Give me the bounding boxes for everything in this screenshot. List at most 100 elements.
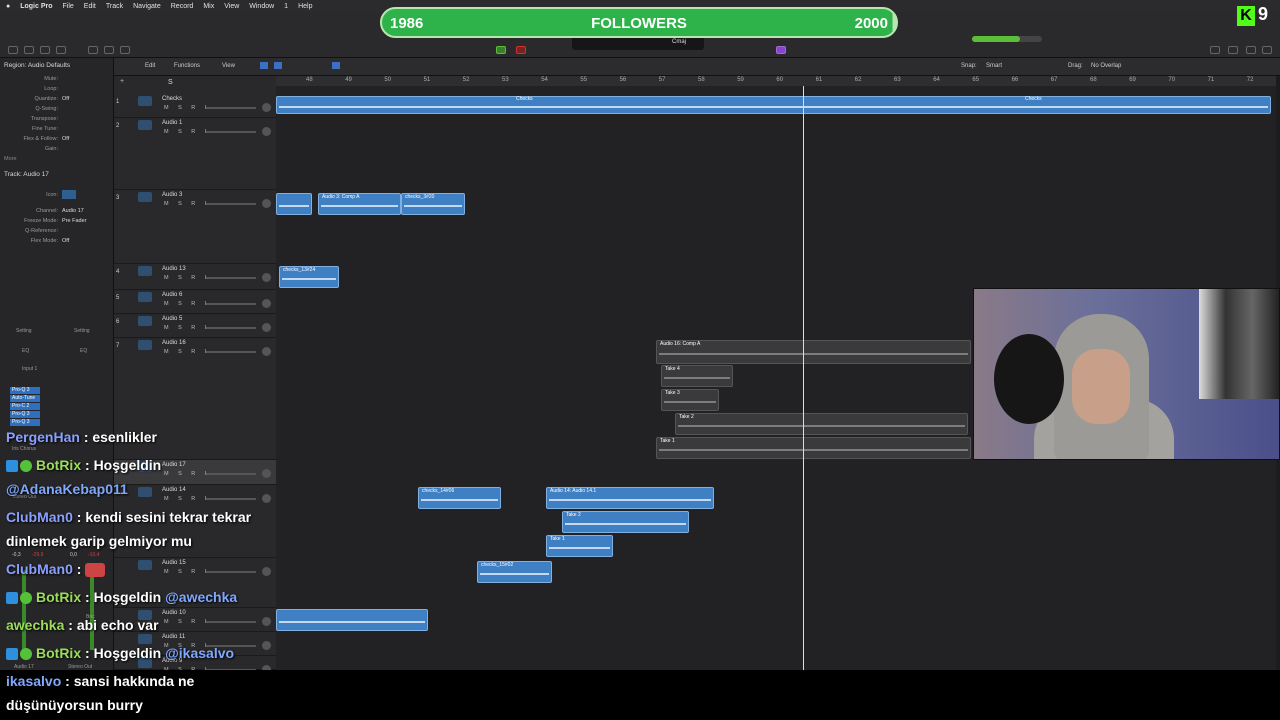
audio-region[interactable]: checks_14#06 [418,487,501,509]
track-msri-buttons[interactable]: M S R I [164,201,210,207]
audio-region[interactable]: checks_15#02 [477,561,552,583]
track-header[interactable]: 5 Audio 6 M S R I [114,290,276,314]
add-track-icon[interactable]: + [120,78,124,85]
audio-region[interactable]: Take 2 [562,511,689,533]
toolbar-toggle-icon[interactable] [56,46,66,54]
timeline-ruler[interactable]: 48 49 50 51 52 53 54 55 56 57 58 59 60 61 62 63 64 65 66 67… [276,76,1276,86]
setting-button-2[interactable]: Setting [74,328,90,334]
record-button[interactable] [516,46,526,54]
track-volume-fader[interactable] [206,107,256,109]
editors-icon[interactable] [120,46,130,54]
global-solo-button[interactable]: S [168,79,173,86]
track-header[interactable]: 6 Audio 5 M S R I [114,314,276,338]
audio-region[interactable] [276,193,312,215]
eq-button-1[interactable]: EQ [22,348,29,354]
playhead[interactable] [803,86,804,670]
audio-region[interactable]: Take 3 [661,389,719,411]
plugin-slot[interactable]: Pro-Q 3 [10,387,40,394]
menu-mix[interactable]: Mix [203,3,214,10]
track-msri-buttons[interactable]: M S R I [164,349,210,355]
waveform-icon[interactable] [138,292,152,302]
audio-region[interactable]: Audio 3: Comp A [318,193,401,215]
menu-one[interactable]: 1 [284,3,288,10]
track-volume-fader[interactable] [206,303,256,305]
notepad-icon[interactable] [1228,46,1238,54]
track-msri-buttons[interactable]: M S R I [164,105,210,111]
track-pan-knob[interactable] [262,127,271,136]
track-name[interactable]: Checks [162,96,182,102]
menu-edit[interactable]: Edit [84,3,96,10]
track-name[interactable]: Audio 1 [162,120,182,126]
apple-icon[interactable]: ● [6,3,10,10]
list-editors-icon[interactable] [1210,46,1220,54]
menu-navigate[interactable]: Navigate [133,3,161,10]
menu-app-name[interactable]: Logic Pro [20,3,52,10]
track-name[interactable]: Audio 6 [162,292,182,298]
menu-track[interactable]: Track [106,3,123,10]
audio-region[interactable]: Checks [1022,96,1062,108]
track-volume-fader[interactable] [206,277,256,279]
track-pan-knob[interactable] [262,299,271,308]
menu-view[interactable]: View [224,3,239,10]
inspector-toggle-icon[interactable] [24,46,34,54]
menu-file[interactable]: File [63,3,74,10]
track-header[interactable]: 2 Audio 1 M S R I [114,118,276,190]
help-icon[interactable] [40,46,50,54]
track-header[interactable]: 1 Checks M S R I [114,94,276,118]
audio-region[interactable]: Checks [513,96,553,108]
menu-help[interactable]: Help [298,3,312,10]
audio-region[interactable]: Take 2 [675,413,968,435]
track-name[interactable]: Audio 13 [162,266,186,272]
track-pan-knob[interactable] [262,103,271,112]
master-volume-slider[interactable] [972,36,1042,42]
audio-region[interactable]: Take 1 [656,437,971,459]
audio-region[interactable] [276,96,1271,114]
list-view-icon[interactable] [274,62,282,69]
menu-window[interactable]: Window [249,3,274,10]
waveform-icon[interactable] [138,266,152,276]
smart-controls-icon[interactable] [88,46,98,54]
waveform-icon[interactable] [138,96,152,106]
audio-region[interactable] [276,609,428,631]
plugin-slot[interactable]: Pro-C 2 [10,403,40,410]
track-volume-fader[interactable] [206,351,256,353]
track-volume-fader[interactable] [206,203,256,205]
track-msri-buttons[interactable]: M S R I [164,275,210,281]
audio-region[interactable]: Take 4 [661,365,733,387]
plugin-slot[interactable]: Pro-Q 3 [10,411,40,418]
track-pan-knob[interactable] [262,347,271,356]
track-msri-buttons[interactable]: M S R I [164,325,210,331]
functions-menu[interactable]: Functions [174,63,200,69]
snap-dropdown[interactable]: Smart [986,63,1002,69]
eq-button-2[interactable]: EQ [80,348,87,354]
track-name[interactable]: Audio 3 [162,192,182,198]
edit-menu[interactable]: Edit [145,63,155,69]
input-selector[interactable]: Input 1 [22,366,37,372]
mixer-icon[interactable] [104,46,114,54]
setting-button-1[interactable]: Setting [16,328,32,334]
track-name[interactable]: Audio 5 [162,316,182,322]
waveform-icon[interactable] [138,192,152,202]
audio-region[interactable]: checks_13#24 [279,266,339,288]
track-name[interactable]: Audio 16 [162,340,186,346]
track-header[interactable]: 4 Audio 13 M S R I [114,264,276,290]
track-msri-buttons[interactable]: M S R I [164,129,210,135]
waveform-icon[interactable] [138,120,152,130]
plugin-slot[interactable]: Pro-Q 3 [10,419,40,426]
track-volume-fader[interactable] [206,131,256,133]
region-inspector-title[interactable]: Region: Audio Defaults [4,62,70,69]
track-msri-buttons[interactable]: M S R I [164,301,210,307]
browser-icon[interactable] [1262,46,1272,54]
play-button[interactable] [496,46,506,54]
track-header[interactable]: 3 Audio 3 M S R I [114,190,276,264]
catch-icon[interactable] [332,62,340,69]
library-icon[interactable] [8,46,18,54]
tuner-icon[interactable] [776,46,786,54]
audio-region[interactable]: Audio 16: Comp A [656,340,971,364]
track-pan-knob[interactable] [262,199,271,208]
track-pan-knob[interactable] [262,323,271,332]
drag-dropdown[interactable]: No Overlap [1091,63,1121,69]
track-volume-fader[interactable] [206,327,256,329]
waveform-icon[interactable] [138,340,152,350]
loop-browser-icon[interactable] [1246,46,1256,54]
